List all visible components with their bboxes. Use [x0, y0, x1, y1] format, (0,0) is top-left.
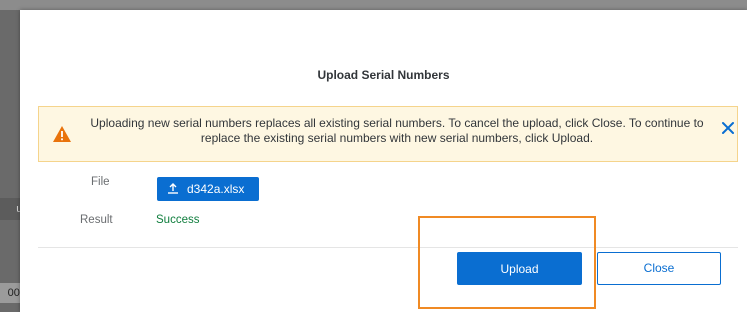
result-status: Success [156, 214, 200, 226]
result-label: Result [80, 214, 113, 226]
warning-message-strip: Uploading new serial numbers replaces al… [38, 106, 738, 162]
warning-text: Uploading new serial numbers replaces al… [90, 116, 704, 145]
close-icon[interactable] [721, 121, 735, 135]
background-text-fragment: 000 [0, 283, 20, 303]
upload-button[interactable]: Upload [457, 252, 582, 285]
background-text-fragment: ur [0, 198, 20, 220]
file-upload-button[interactable]: d342a.xlsx [157, 177, 259, 201]
upload-icon [168, 183, 178, 194]
warning-triangle-icon [53, 126, 71, 142]
dialog-title: Upload Serial Numbers [317, 68, 450, 82]
upload-serial-numbers-dialog: Upload Serial Numbers Uploading new seri… [20, 10, 747, 312]
file-name: d342a.xlsx [187, 182, 245, 196]
background-sidebar [0, 10, 20, 312]
close-button[interactable]: Close [597, 252, 721, 285]
file-label: File [91, 176, 110, 188]
background-page [0, 0, 747, 10]
footer-divider [38, 247, 738, 248]
